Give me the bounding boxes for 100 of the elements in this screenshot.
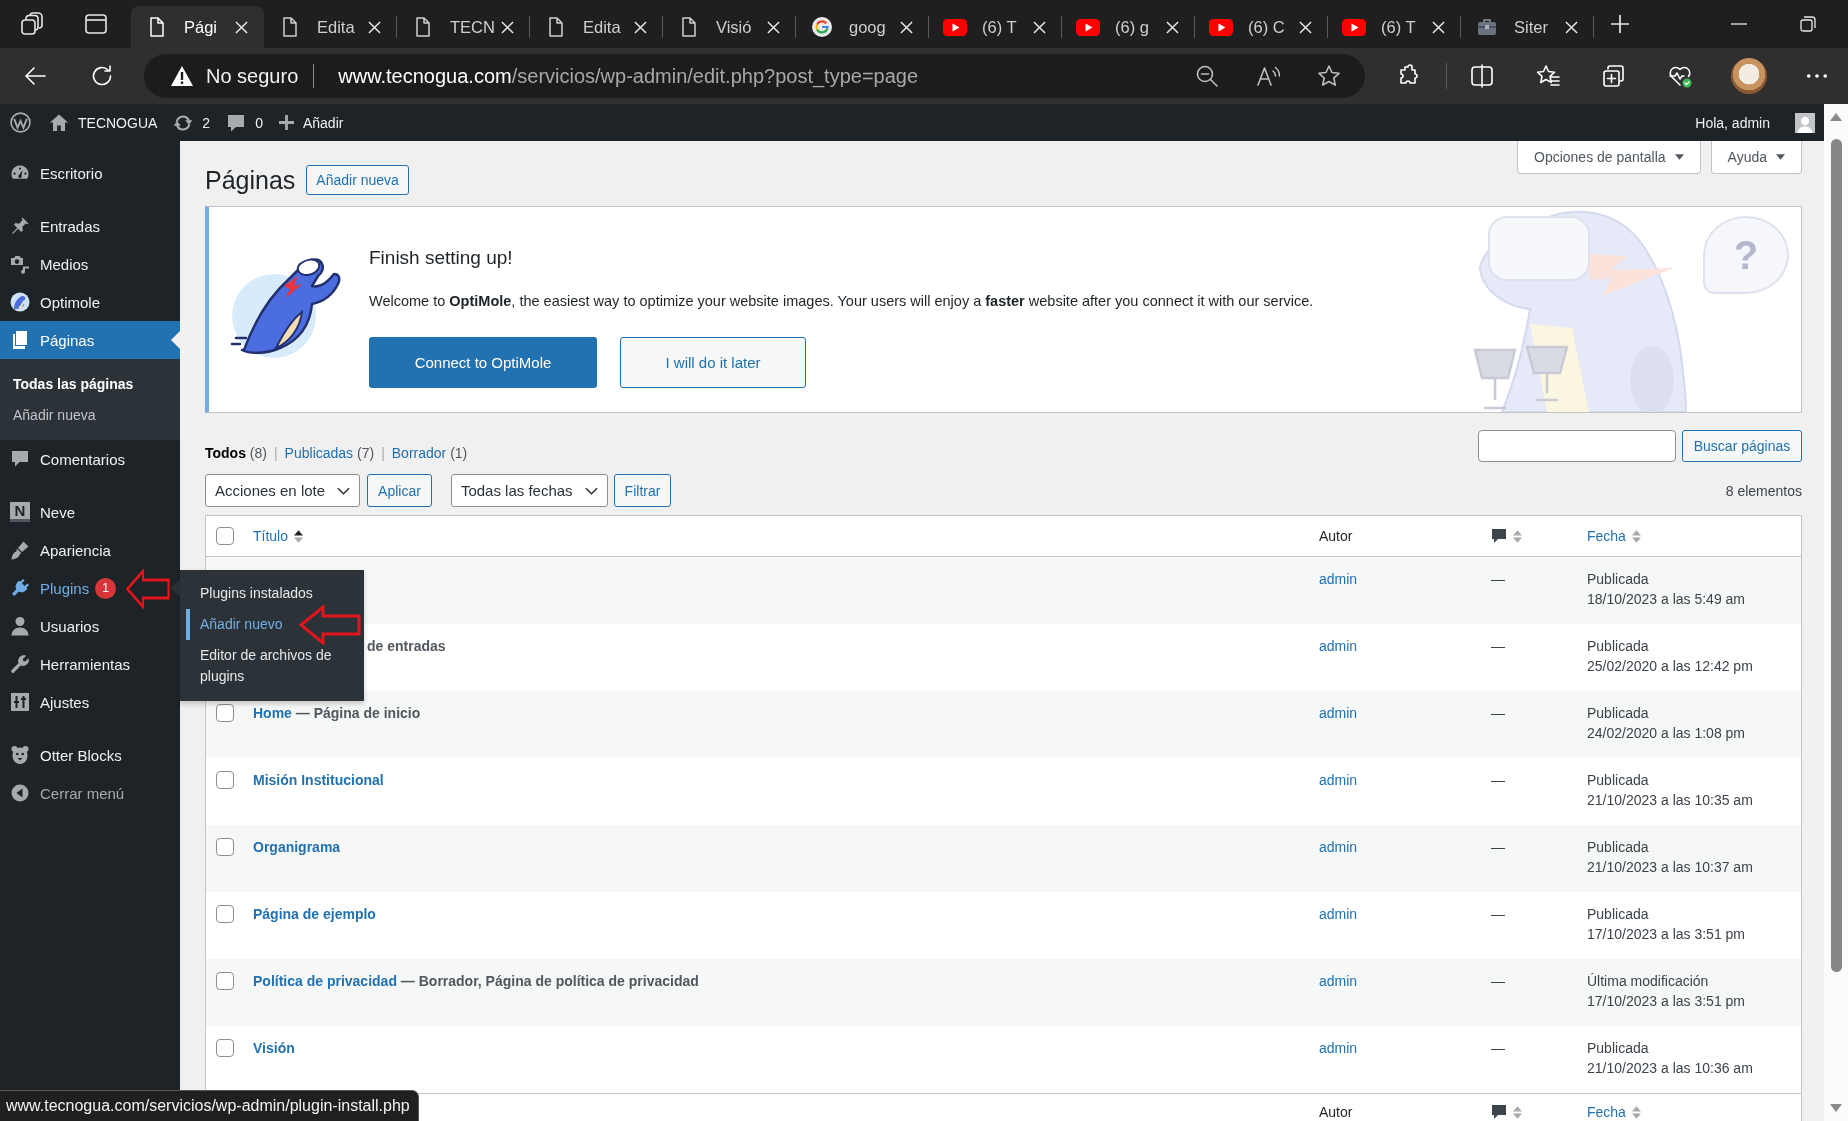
sidebar-menu-item[interactable]: Otter Blocks — [0, 736, 180, 774]
sidebar-menu-item[interactable]: Apariencia — [0, 531, 180, 569]
sidebar-menu-item[interactable]: Herramientas — [0, 645, 180, 683]
flyout-menu-item[interactable]: Añadir nuevo — [186, 609, 293, 640]
author-link[interactable]: admin — [1319, 772, 1358, 788]
zoom-out-icon[interactable] — [1195, 64, 1219, 88]
author-link[interactable]: admin — [1319, 839, 1358, 855]
filter-button[interactable]: Filtrar — [613, 474, 672, 507]
close-icon[interactable] — [634, 20, 647, 34]
workspaces-icon[interactable] — [20, 12, 44, 36]
health-icon[interactable] — [1668, 64, 1692, 88]
page-title-link[interactable]: Organigrama — [253, 839, 341, 855]
close-icon[interactable] — [1565, 20, 1578, 34]
select-all-checkbox[interactable] — [216, 527, 234, 545]
close-icon[interactable] — [1166, 20, 1179, 34]
browser-tab[interactable]: Visió — [663, 6, 796, 48]
read-aloud-icon[interactable] — [1256, 64, 1280, 88]
vertical-tabs-icon[interactable] — [84, 12, 108, 36]
submenu-item[interactable]: Todas las páginas — [0, 369, 180, 400]
profile-avatar[interactable] — [1731, 58, 1767, 94]
view-filter-link[interactable]: Todos (8) — [205, 444, 267, 462]
new-content-link[interactable]: Añadir — [278, 114, 344, 131]
row-checkbox[interactable] — [216, 1039, 234, 1057]
author-link[interactable]: admin — [1319, 638, 1358, 654]
back-icon[interactable] — [23, 64, 47, 88]
close-icon[interactable] — [501, 20, 514, 34]
updates-link[interactable]: 2 — [173, 112, 211, 133]
account-link[interactable]: Hola, admin — [1695, 112, 1815, 133]
bulk-actions-select[interactable]: Acciones en lote — [205, 474, 361, 507]
column-sort-link[interactable]: Fecha — [1587, 1104, 1641, 1120]
sidebar-menu-item[interactable]: Usuarios — [0, 607, 180, 645]
browser-tab[interactable]: Siter — [1461, 6, 1594, 48]
split-screen-icon[interactable] — [1470, 64, 1494, 88]
row-checkbox[interactable] — [216, 704, 234, 722]
author-link[interactable]: admin — [1319, 1040, 1358, 1056]
sidebar-menu-item[interactable]: Optimole — [0, 283, 180, 321]
scrollbar-thumb[interactable] — [1830, 139, 1842, 972]
sidebar-menu-item[interactable]: Comentarios — [0, 440, 180, 478]
restore-icon[interactable] — [1800, 16, 1816, 32]
author-link[interactable]: admin — [1319, 973, 1358, 989]
submenu-item[interactable]: Añadir nueva — [0, 400, 180, 431]
page-title-link[interactable]: Política de privacidad — [253, 973, 397, 989]
column-sort-link[interactable] — [1491, 1104, 1522, 1120]
flyout-menu-item[interactable]: Plugins instalados — [186, 578, 323, 609]
close-icon[interactable] — [900, 20, 913, 34]
sidebar-menu-item[interactable]: Medios — [0, 245, 180, 283]
close-icon[interactable] — [368, 20, 381, 34]
close-icon[interactable] — [767, 20, 780, 34]
browser-tab[interactable]: Pági — [131, 6, 264, 48]
sidebar-menu-item[interactable]: Plugins 1 — [0, 569, 180, 607]
scroll-up-icon[interactable] — [1830, 113, 1842, 121]
browser-tab[interactable]: TECN — [397, 6, 530, 48]
site-security-button[interactable]: No seguro — [171, 64, 299, 88]
comments-link[interactable]: 0 — [226, 112, 263, 133]
browser-tab[interactable]: goog — [796, 6, 929, 48]
help-button[interactable]: Ayuda — [1710, 141, 1802, 174]
row-checkbox[interactable] — [216, 905, 234, 923]
row-checkbox[interactable] — [216, 771, 234, 789]
column-sort-link[interactable]: Título — [253, 528, 303, 544]
sidebar-menu-item[interactable]: N Neve — [0, 493, 180, 531]
row-checkbox[interactable] — [216, 838, 234, 856]
browser-tab[interactable]: (6) T — [1328, 6, 1461, 48]
flyout-menu-item[interactable]: Editor de archivos de plugins — [186, 640, 354, 692]
dismiss-later-button[interactable]: I will do it later — [620, 337, 806, 388]
sidebar-menu-item[interactable]: Ajustes — [0, 683, 180, 721]
browser-tab[interactable]: (6) C — [1195, 6, 1328, 48]
close-icon[interactable] — [235, 20, 248, 34]
star-icon[interactable] — [1317, 64, 1341, 88]
screen-options-button[interactable]: Opciones de pantalla — [1517, 141, 1701, 174]
page-title-link[interactable]: Home — [253, 705, 292, 721]
more-icon[interactable] — [1806, 73, 1828, 79]
view-filter-link[interactable]: Borrador (1) — [391, 444, 468, 462]
page-title-link[interactable]: Página de ejemplo — [253, 906, 376, 922]
author-link[interactable]: admin — [1319, 705, 1358, 721]
collapse-menu-button[interactable]: Cerrar menú — [0, 774, 180, 812]
favorites-icon[interactable] — [1536, 64, 1560, 88]
browser-tab[interactable]: Edita — [530, 6, 663, 48]
browser-tab[interactable]: Edita — [264, 6, 397, 48]
sidebar-menu-item[interactable]: Entradas — [0, 207, 180, 245]
new-tab-icon[interactable] — [1610, 14, 1630, 34]
page-title-link[interactable]: Misión Institucional — [253, 772, 384, 788]
close-icon[interactable] — [1432, 20, 1445, 34]
author-link[interactable]: admin — [1319, 906, 1358, 922]
browser-tab[interactable]: (6) g — [1062, 6, 1195, 48]
search-button[interactable]: Buscar páginas — [1682, 430, 1802, 462]
date-filter-select[interactable]: Todas las fechas — [450, 474, 608, 507]
sidebar-menu-item[interactable]: Páginas — [0, 321, 180, 359]
close-icon[interactable] — [1033, 20, 1046, 34]
reload-icon[interactable] — [90, 64, 114, 88]
collections-icon[interactable] — [1602, 64, 1626, 88]
add-new-button[interactable]: Añadir nueva — [306, 165, 409, 195]
column-sort-link[interactable] — [1491, 528, 1522, 544]
scroll-down-icon[interactable] — [1830, 1104, 1842, 1112]
row-checkbox[interactable] — [216, 972, 234, 990]
sidebar-menu-item[interactable]: Escritorio — [0, 154, 180, 192]
column-sort-link[interactable]: Fecha — [1587, 528, 1641, 544]
browser-tab[interactable]: (6) T — [929, 6, 1062, 48]
view-filter-link[interactable]: Publicadas (7) — [284, 444, 375, 462]
site-link[interactable]: TECNOGUA — [49, 112, 158, 133]
address-bar[interactable]: No seguro www.tecnogua.com/servicios/wp-admin/edit.php?post_type=page — [144, 54, 1365, 98]
